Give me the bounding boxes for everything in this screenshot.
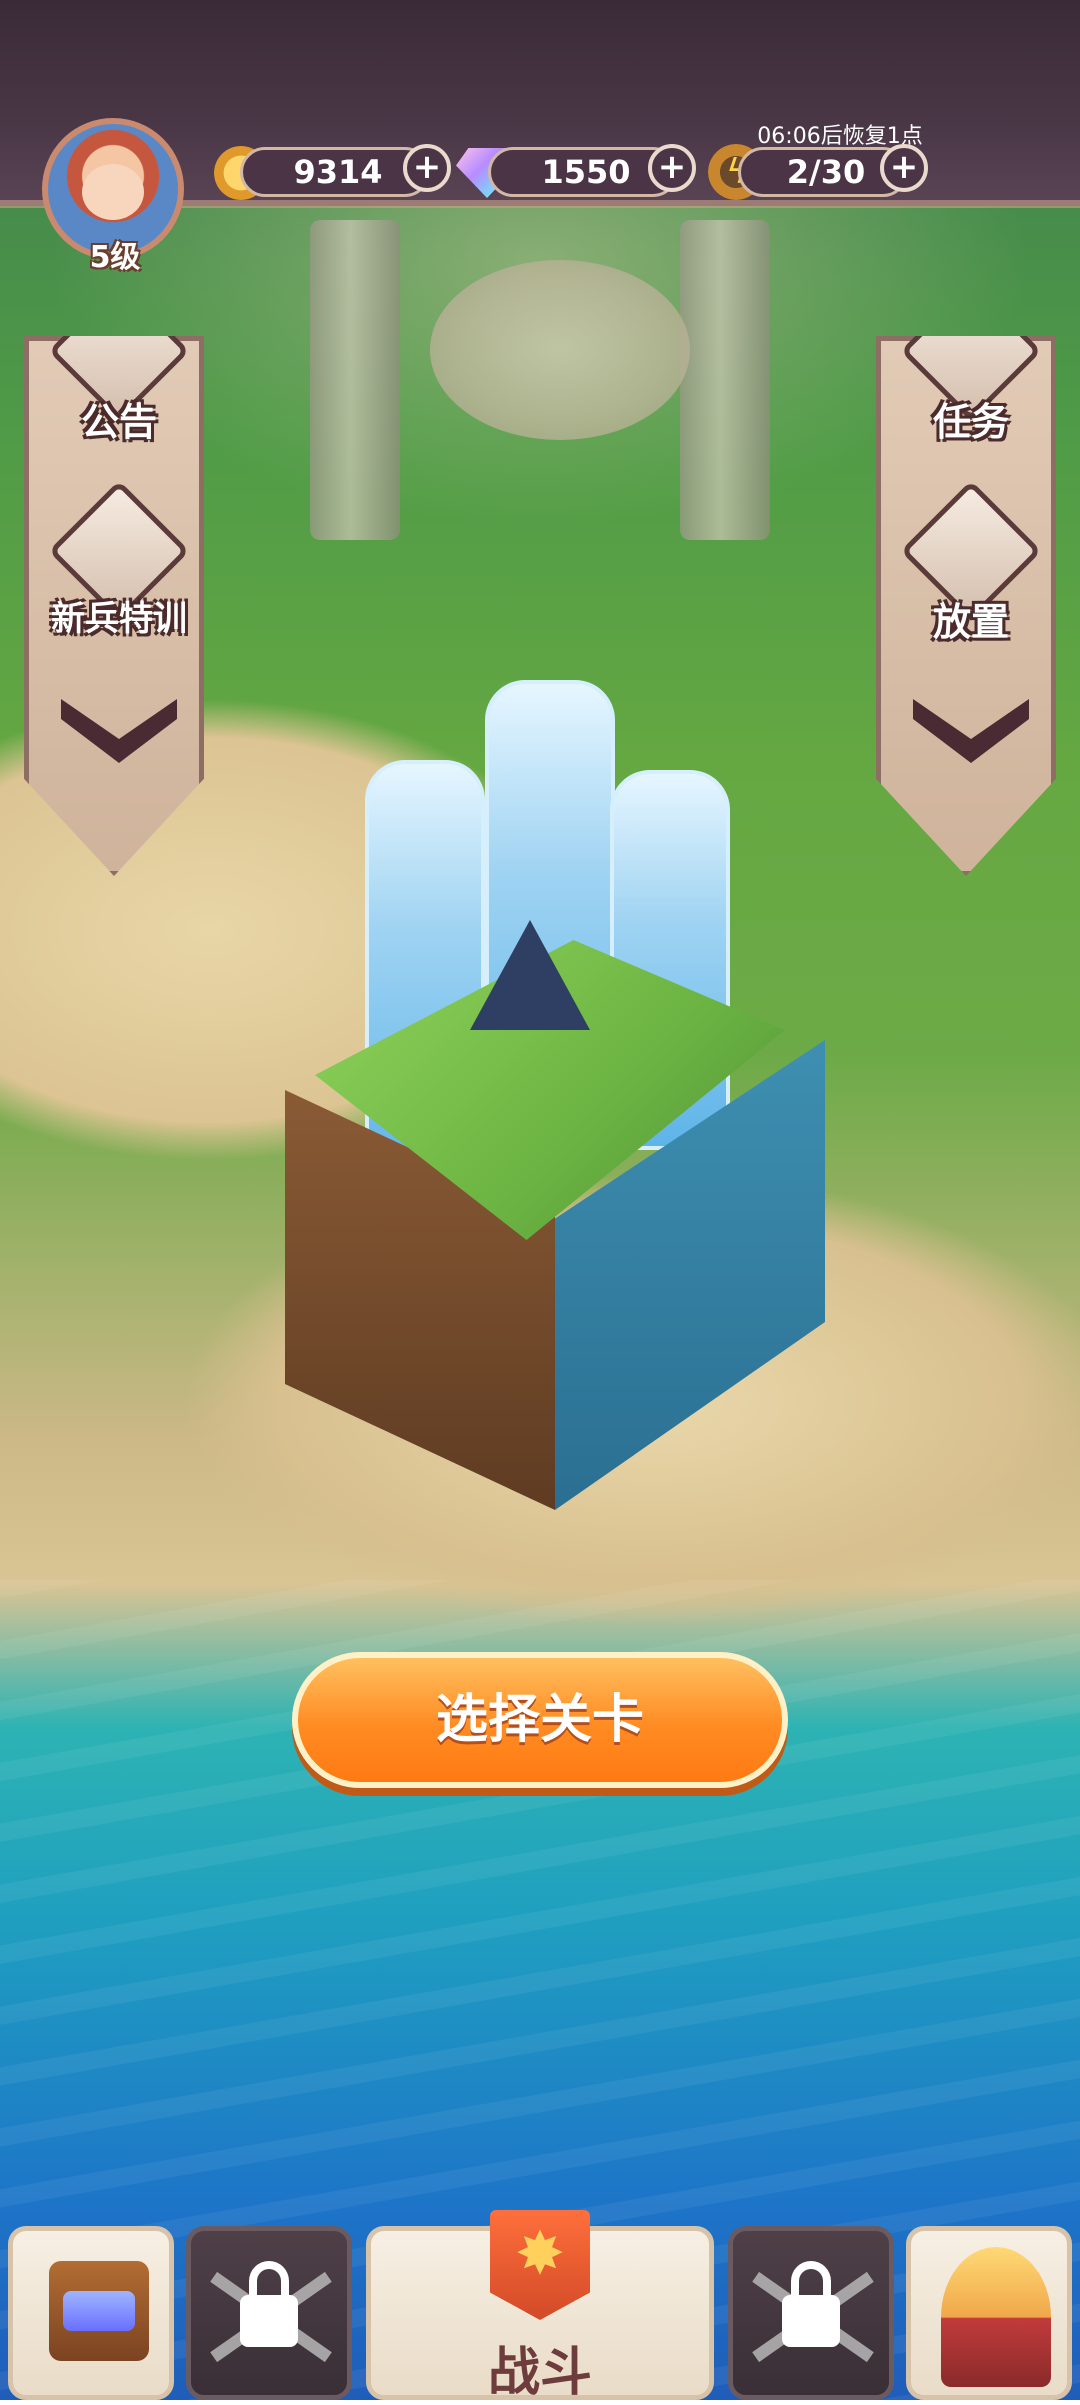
stone-platform [430, 260, 690, 440]
task-label: 任务 [932, 400, 1009, 444]
snow-mountain [470, 920, 590, 1030]
nav-locked-slot-1[interactable] [186, 2226, 352, 2400]
avatar-face [82, 164, 144, 220]
chest-gems [63, 2291, 135, 2331]
gem-value: 1550 [541, 153, 631, 191]
battle-label: 战斗 [487, 2343, 592, 2403]
player-level: 5级 [89, 240, 141, 275]
nav-locked-slot-2[interactable] [728, 2226, 894, 2400]
add-energy-button[interactable]: + [880, 144, 928, 192]
energy-timer: 06:06后恢复1点 [757, 124, 923, 149]
star-emblem-icon: ✸ [514, 2219, 566, 2289]
coin-counter: 9314 [240, 147, 430, 197]
energy-value: 2/30 [786, 153, 866, 191]
expand-chevron-down-icon[interactable] [913, 691, 1029, 771]
lock-icon [240, 2295, 298, 2347]
ruin-pillar-right [680, 220, 770, 540]
nav-treasure-chest[interactable] [8, 2226, 174, 2400]
ruin-pillar-left [310, 220, 400, 540]
world-cube[interactable] [270, 620, 830, 1510]
notice-label: 公告 [80, 400, 157, 444]
treasure-chest-icon [49, 2261, 149, 2361]
recruit-training-label: 新兵特训 [51, 599, 187, 639]
nav-hero[interactable] [906, 2226, 1072, 2400]
add-coins-button[interactable]: + [403, 144, 451, 192]
idle-label: 放置 [932, 600, 1009, 644]
expand-chevron-down-icon[interactable] [61, 691, 177, 771]
hero-portrait-icon [941, 2247, 1051, 2387]
select-stage-label: 选择关卡 [435, 1690, 644, 1750]
coin-value: 9314 [293, 153, 383, 191]
right-side-panel: 任务 放置 [876, 336, 1056, 876]
left-side-panel: 公告 新兵特训 [24, 336, 204, 876]
select-stage-button[interactable]: 选择关卡 [292, 1652, 788, 1788]
idle-button[interactable]: 放置 [881, 480, 1056, 671]
ruins-shrine [290, 220, 790, 540]
add-gems-button[interactable]: + [648, 144, 696, 192]
lock-icon [782, 2295, 840, 2347]
recruit-training-button[interactable]: 新兵特训 [29, 480, 204, 671]
